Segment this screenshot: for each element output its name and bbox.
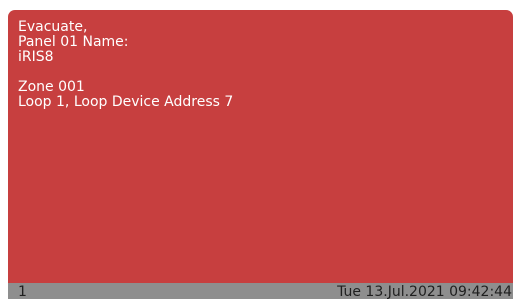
timestamp: Tue 13.Jul.2021 09:42:44 bbox=[337, 284, 512, 299]
alarm-message: Evacuate, Panel 01 Name: iRIS8 Zone 001 … bbox=[18, 20, 233, 110]
alarm-line-spacer bbox=[18, 65, 233, 80]
status-bar: 1 Tue 13.Jul.2021 09:42:44 bbox=[8, 283, 513, 299]
event-index: 1 bbox=[18, 284, 27, 299]
alarm-line-panel-label: Panel 01 Name: bbox=[18, 34, 129, 50]
alarm-line-device-address: Loop 1, Loop Device Address 7 bbox=[18, 94, 234, 110]
alarm-line-zone: Zone 001 bbox=[18, 79, 85, 95]
alarm-line-event: Evacuate, bbox=[18, 19, 88, 35]
alarm-panel: Evacuate, Panel 01 Name: iRIS8 Zone 001 … bbox=[8, 10, 513, 299]
alarm-line-panel-name: iRIS8 bbox=[18, 49, 54, 65]
